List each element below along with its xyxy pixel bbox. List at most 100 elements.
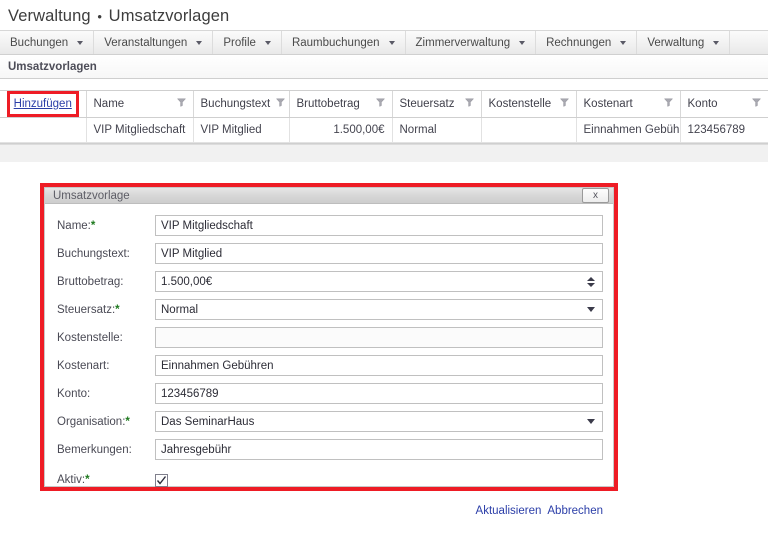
field-label-konto: Konto:: [57, 388, 155, 400]
page-title-sub: Umsatzvorlagen: [108, 7, 230, 25]
main-menu-bar: Buchungen Veranstaltungen Profile Raumbuchu…: [0, 30, 768, 55]
column-header-kostenstelle[interactable]: Kostenstelle: [481, 91, 577, 118]
required-marker: *: [125, 415, 130, 428]
chevron-down-icon: [264, 40, 271, 45]
required-marker: *: [115, 303, 120, 316]
form-row-kostenstelle: Kostenstelle:: [57, 327, 603, 348]
filter-funnel-icon: [663, 98, 673, 107]
filter-funnel-icon: [559, 98, 569, 107]
page-title: Verwaltung • Umsatzvorlagen: [0, 0, 768, 30]
column-header-konto[interactable]: Konto: [680, 91, 768, 118]
field-label-text: Kostenstelle:: [57, 331, 123, 344]
column-header-buchungstext[interactable]: Buchungstext: [193, 91, 290, 118]
field-label-bruttobetrag: Bruttobetrag:: [57, 276, 155, 288]
menu-item-label: Profile: [223, 36, 256, 49]
cell-konto: 123456789: [680, 117, 768, 143]
menu-item-verwaltung[interactable]: Verwaltung: [637, 31, 731, 54]
spinner-stepper-icon[interactable]: [584, 272, 597, 291]
column-header-label: Kostenstelle: [488, 98, 552, 110]
column-header-name[interactable]: Name: [86, 91, 194, 118]
cell-steuersatz: Normal: [392, 117, 482, 143]
menu-item-buchungen[interactable]: Buchungen: [0, 31, 95, 54]
filter-funnel-icon: [276, 98, 286, 107]
field-label-text: Aktiv:: [57, 474, 86, 486]
menu-item-zimmerverwaltung[interactable]: Zimmerverwaltung: [406, 31, 537, 54]
filter-funnel-icon[interactable]: [663, 98, 673, 110]
add-row-link[interactable]: Hinzufügen: [14, 98, 72, 110]
field-input-kostenstelle[interactable]: [155, 327, 603, 348]
column-header-bruttobetrag[interactable]: Bruttobetrag: [289, 91, 393, 118]
page-title-separator: •: [97, 9, 102, 25]
add-row-cell: Hinzufügen: [0, 91, 87, 118]
dialog-title: Umsatzvorlage: [53, 189, 130, 202]
menu-item-rechnungen[interactable]: Rechnungen: [536, 31, 638, 54]
field-input-organisation[interactable]: Das SeminarHaus: [155, 411, 603, 432]
column-header-steuersatz[interactable]: Steuersatz: [392, 91, 482, 118]
field-input-bruttobetrag[interactable]: 1.500,00€: [155, 271, 603, 292]
cancel-link[interactable]: Abbrechen: [547, 505, 603, 517]
column-header-label: Name: [93, 98, 125, 110]
spinner-down-icon[interactable]: [586, 282, 595, 287]
field-label-name: Name:*: [57, 220, 155, 232]
menu-item-label: Raumbuchungen: [291, 36, 380, 49]
filter-funnel-icon[interactable]: [176, 98, 186, 110]
menu-item-profile[interactable]: Profile: [213, 31, 282, 54]
field-input-konto[interactable]: 123456789: [155, 383, 603, 404]
filter-funnel-icon[interactable]: [276, 98, 286, 110]
filter-funnel-icon[interactable]: [751, 98, 761, 110]
field-input-steuersatz[interactable]: Normal: [155, 299, 603, 320]
cell-buchungstext: VIP Mitglied: [193, 117, 290, 143]
filter-funnel-icon: [464, 98, 474, 107]
chevron-down-icon[interactable]: [587, 419, 595, 424]
menu-item-label: Verwaltung: [647, 36, 705, 49]
field-input-buchungstext[interactable]: VIP Mitglied: [155, 243, 603, 264]
breadcrumb: Umsatzvorlagen: [0, 55, 768, 79]
update-link[interactable]: Aktualisieren: [476, 505, 542, 517]
chevron-down-icon: [620, 40, 627, 45]
menu-item-label: Zimmerverwaltung: [415, 36, 511, 49]
form-row-konto: Konto: 123456789: [57, 383, 603, 404]
spinner-up-icon[interactable]: [586, 276, 595, 281]
menu-item-raumbuchungen[interactable]: Raumbuchungen: [282, 31, 406, 54]
aktiv-checkbox[interactable]: [155, 473, 168, 487]
field-value: Einnahmen Gebühren: [161, 359, 274, 372]
column-header-label: Buchungstext: [200, 98, 271, 110]
field-label-text: Organisation:: [57, 415, 126, 428]
dialog-title-bar: Umsatzvorlage x: [45, 188, 613, 204]
form-row-bemerkungen: Bemerkungen: Jahresgebühr: [57, 439, 603, 460]
field-value: Normal: [161, 303, 199, 316]
chevron-down-icon[interactable]: [587, 307, 595, 312]
menu-item-veranstaltungen[interactable]: Veranstaltungen: [94, 31, 214, 54]
table-row[interactable]: VIP Mitgliedschaft VIP Mitglied 1.500,00€ N…: [0, 117, 768, 143]
menu-item-label: Rechnungen: [546, 36, 612, 49]
umsatzvorlage-dialog: Umsatzvorlage x Name:* VIP Mitgliedschaft…: [44, 187, 614, 517]
field-input-bemerkungen[interactable]: Jahresgebühr: [155, 439, 603, 460]
field-input-name[interactable]: VIP Mitgliedschaft: [155, 215, 603, 236]
column-header-label: Bruttobetrag: [296, 98, 360, 110]
close-icon[interactable]: x: [582, 188, 609, 203]
filter-funnel-icon[interactable]: [464, 98, 474, 110]
checkmark-icon: [156, 475, 167, 485]
column-header-kostenart[interactable]: Kostenart: [576, 91, 681, 118]
field-label-text: Buchungstext:: [57, 247, 130, 260]
chevron-down-icon: [77, 40, 84, 45]
filter-funnel-icon: [176, 98, 186, 107]
filter-funnel-icon[interactable]: [375, 98, 385, 110]
chevron-down-icon: [519, 40, 526, 45]
field-value: VIP Mitglied: [161, 247, 223, 260]
grid-header-row: Hinzufügen Name Buchungstext Bruttobetrag S…: [0, 91, 768, 118]
form-row-organisation: Organisation:* Das SeminarHaus: [57, 411, 603, 432]
cell-kostenart: Einnahmen Gebühren: [576, 117, 681, 143]
form-row-buchungstext: Buchungstext: VIP Mitglied: [57, 243, 603, 264]
grid-table: Hinzufügen Name Buchungstext Bruttobetrag S…: [0, 91, 768, 143]
field-label-text: Bruttobetrag:: [57, 275, 124, 288]
menu-item-label: Buchungen: [10, 36, 69, 49]
field-value: Das SeminarHaus: [161, 415, 255, 428]
cell-bruttobetrag: 1.500,00€: [289, 117, 393, 143]
field-label-text: Name:: [57, 219, 91, 232]
field-label-bemerkungen: Bemerkungen:: [57, 444, 155, 456]
field-label-steuersatz: Steuersatz:*: [57, 304, 155, 316]
cell-name: VIP Mitgliedschaft: [86, 117, 194, 143]
filter-funnel-icon[interactable]: [559, 98, 569, 110]
field-input-kostenart[interactable]: Einnahmen Gebühren: [155, 355, 603, 376]
